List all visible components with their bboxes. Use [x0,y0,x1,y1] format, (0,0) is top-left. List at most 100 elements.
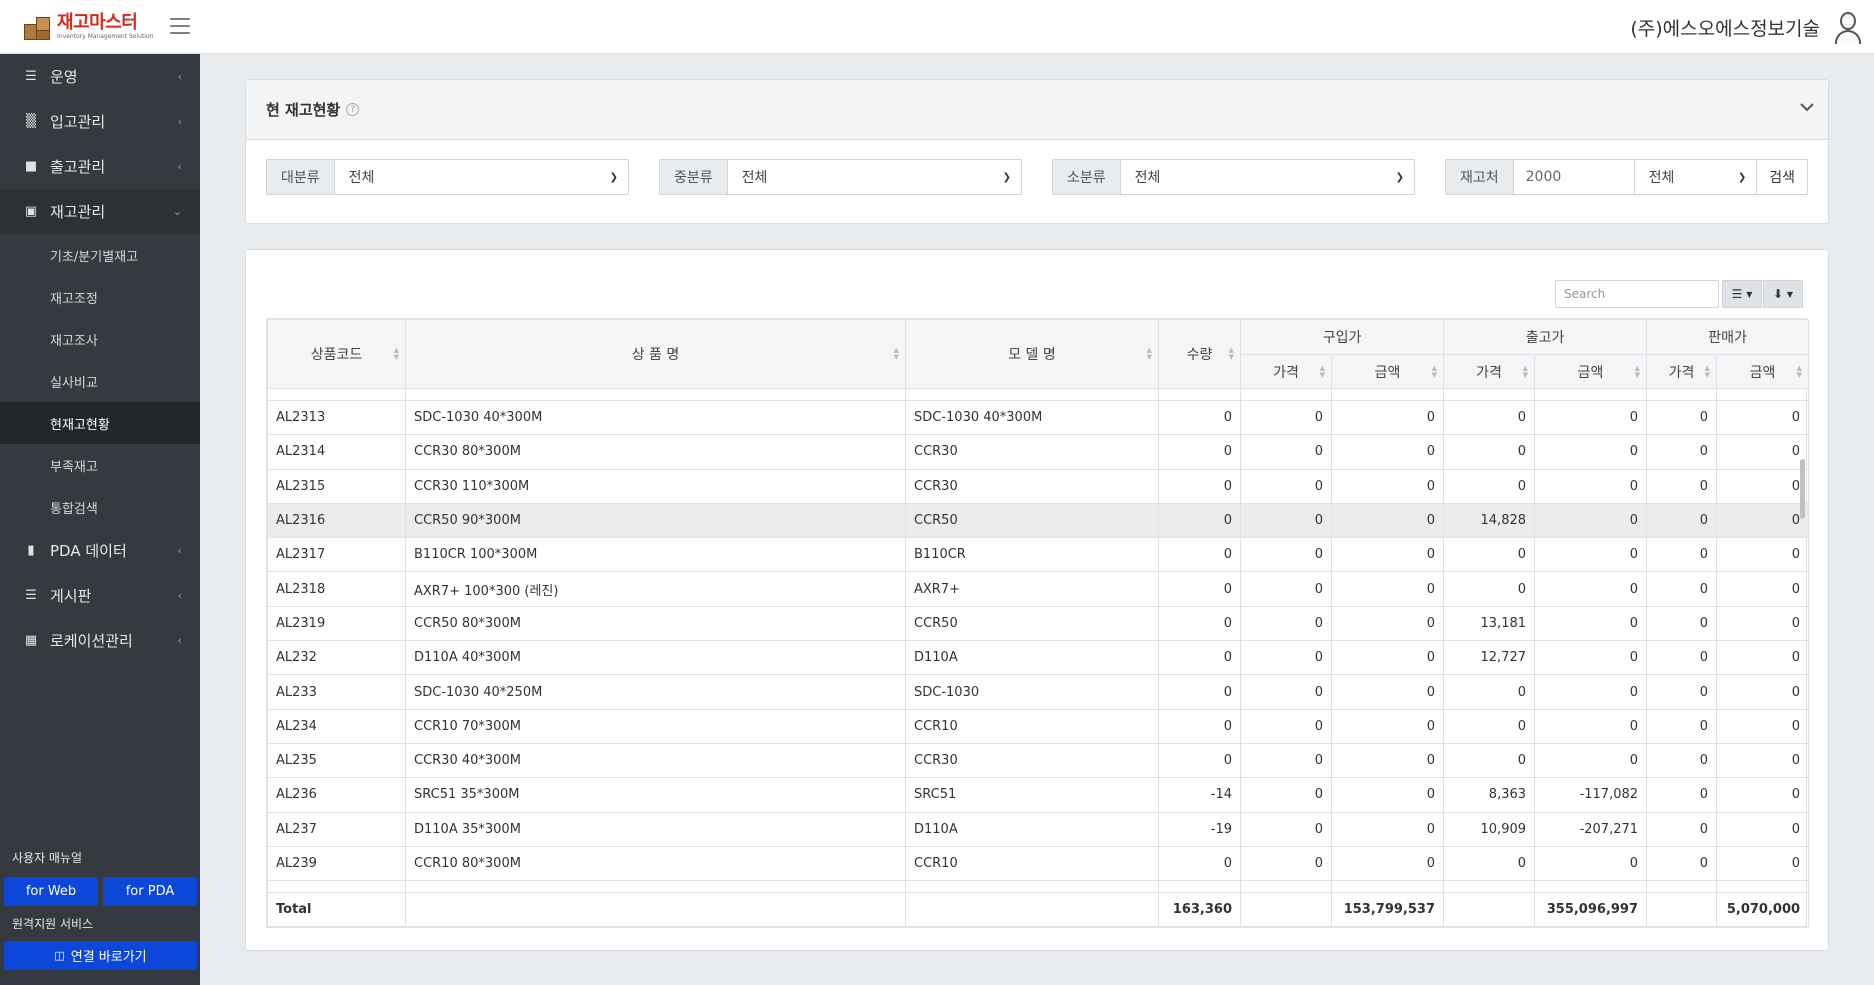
table-row[interactable]: AL235 CCR30 40*300M CCR30 0 0 0 0 0 0 0 [267,742,1810,779]
submenu-item[interactable]: 통합검색 [0,486,200,528]
table-row[interactable]: AL2315 CCR30 110*300M CCR30 0 0 0 0 0 0 0 [267,468,1810,504]
total-model-cell [905,892,1159,928]
col-header-code[interactable]: 상품코드 [267,319,406,389]
cell-purchase-amount: 0 [1330,777,1445,813]
col-header-purchase-amount[interactable]: 금액 [1330,354,1445,389]
minor-category-select[interactable]: 전체 ❯ [1121,160,1414,194]
col-group-sale: 판매가 [1646,319,1810,355]
submenu-item[interactable]: 재고조정 [0,276,200,318]
cell-outgoing-amount: 0 [1534,640,1648,676]
table-search-input[interactable]: Search [1555,280,1719,308]
total-outgoing-amount: 355,096,997 [1534,892,1648,928]
inventory-table-card: Search ☰ ▼ ⬇ ▼ 상품코드 상 품 명 모 델 명 수량 구입가 출… [245,249,1829,951]
table-row[interactable]: AL239 CCR10 80*300M CCR10 0 0 0 0 0 0 0 [267,845,1810,882]
remote-connect-button[interactable]: ◫ 연결 바로가기 [4,941,197,970]
chevron-down-icon: ❯ [1002,171,1011,183]
table-row[interactable]: AL2318 AXR7+ 100*300 (레진) AXR7+ 0 0 0 0 0 0 0 [267,571,1810,607]
submenu-item[interactable]: 실사비교 [0,360,200,402]
cell-outgoing-amount: -117,082 [1534,777,1648,813]
submenu-item[interactable]: 기초/분기별재고 [0,234,200,276]
cell-sale-price: 0 [1646,502,1718,539]
bars-icon: ☰ [25,588,37,603]
table-row[interactable]: AL2317 B110CR 100*300M B110CR 0 0 0 0 0 0 0 [267,537,1810,573]
manual-web-button[interactable]: for Web [4,877,98,906]
download-icon: ⬇ [1772,287,1784,301]
column-toggle-button[interactable]: ☰ ▼ [1722,280,1762,308]
cell-name: B110CR 100*300M [405,537,906,573]
caret-down-icon: ▼ [1746,289,1753,299]
cell-qty: 0 [1158,537,1241,573]
sidebar-item-location[interactable]: ▦ 로케이션관리 ‹ [0,618,200,663]
cell-name: D110A 35*300M [405,811,906,847]
cell-code: AL236 [267,777,406,813]
col-header-purchase-price[interactable]: 가격 [1240,354,1332,389]
submenu-item[interactable]: 재고조사 [0,318,200,360]
cell-purchase-price: 0 [1240,399,1332,436]
stock-location-input[interactable]: 2000 [1514,160,1635,194]
cell-sale-amount: 0 [1716,777,1810,813]
table-row[interactable]: AL232 D110A 40*300M D110A 0 0 0 12,727 0 0 0 [267,640,1810,676]
select-value: 전체 [1134,170,1161,186]
table-row[interactable]: AL2319 CCR50 80*300M CCR50 0 0 0 13,181 0 0 0 [267,605,1810,642]
cell-sale-price: 0 [1646,537,1718,573]
collapse-chevron-icon[interactable] [1800,102,1814,114]
cell-model: SDC-1030 [905,674,1159,710]
table-row[interactable]: AL233 SDC-1030 40*250M SDC-1030 0 0 0 0 0 0 0 [267,674,1810,710]
sidebar-item-pda[interactable]: ▮ PDA 데이터 ‹ [0,528,200,573]
col-header-model[interactable]: 모 델 명 [905,319,1159,389]
cell-name: SRC51 35*300M [405,777,906,813]
cell-sale-price: 0 [1646,468,1718,504]
export-button[interactable]: ⬇ ▼ [1763,280,1803,308]
user-avatar-icon[interactable] [1832,10,1864,44]
table-row[interactable]: AL236 SRC51 35*300M SRC51 -14 0 0 8,363 -117,08… [267,777,1810,813]
stock-location-select[interactable]: 전체 ❯ [1635,160,1757,194]
table-row[interactable]: AL2313 SDC-1030 40*300M SDC-1030 40*300M 0 0… [267,399,1810,436]
cell-outgoing-amount: 0 [1534,845,1648,882]
cell-name: CCR30 80*300M [405,434,906,470]
cell-outgoing-amount: 0 [1534,605,1648,642]
sidebar-item-operations[interactable]: ☰ 운영 ‹ [0,54,200,99]
major-category-select[interactable]: 전체 ❯ [335,160,628,194]
table-row[interactable]: AL237 D110A 35*300M D110A -19 0 0 10,909 -207,2… [267,811,1810,847]
sidebar-item-board[interactable]: ☰ 게시판 ‹ [0,573,200,618]
table-scrollbar[interactable] [1800,459,1805,519]
col-header-sale-price[interactable]: 가격 [1646,354,1718,389]
table-row[interactable]: AL234 CCR10 70*300M CCR10 0 0 0 0 0 0 0 [267,708,1810,744]
cell-sale-price: 0 [1646,399,1718,436]
submenu-item[interactable]: 부족재고 [0,444,200,486]
cell-name: CCR50 80*300M [405,605,906,642]
sidebar-item-inbound[interactable]: ▒ 입고관리 ‹ [0,99,200,144]
manual-pda-button[interactable]: for PDA [103,877,197,906]
cell-qty: -14 [1158,777,1241,813]
cell-outgoing-price: 14,828 [1443,502,1536,539]
chevron-left-icon: ‹ [177,634,182,647]
table-row[interactable]: AL2314 CCR30 80*300M CCR30 0 0 0 0 0 0 0 [267,434,1810,470]
help-icon[interactable]: ? [346,103,360,116]
hamburger-menu-icon[interactable] [170,18,190,34]
mid-category-select[interactable]: 전체 ❯ [728,160,1021,194]
cell-qty: 0 [1158,399,1241,436]
col-header-outgoing-amount[interactable]: 금액 [1534,354,1648,389]
select-value: 전체 [348,170,375,186]
col-header-qty[interactable]: 수량 [1158,319,1241,389]
col-header-outgoing-price[interactable]: 가격 [1443,354,1536,389]
app-logo[interactable]: 재고마스터 Inventory Management Solution [22,10,153,44]
cell-outgoing-amount: 0 [1534,468,1648,504]
submenu-item-active[interactable]: 현재고현황 [0,402,200,444]
search-button[interactable]: 검색 [1756,160,1807,194]
cell-qty: 0 [1158,605,1241,642]
col-header-name[interactable]: 상 품 명 [405,319,906,389]
cell-model: CCR30 [905,468,1159,504]
caret-down-icon: ▼ [1786,289,1794,299]
table-row[interactable]: AL2316 CCR50 90*300M CCR50 0 0 0 14,828 0 0 0 [267,502,1810,539]
col-header-sale-amount[interactable]: 금액 [1716,354,1810,389]
sidebar-item-outbound[interactable]: ■ 출고관리 ‹ [0,144,200,189]
sidebar-item-inventory[interactable]: ▣ 재고관리 ⌄ [0,189,200,234]
chevron-down-icon: ❯ [1395,171,1404,183]
cell-sale-price: 0 [1646,742,1718,779]
cell-code: AL233 [267,674,406,710]
filter-label: 중분류 [660,160,728,194]
sidebar-item-label: 재고관리 [50,203,106,221]
filter-card-header: 현 재고현황 ? [246,80,1828,140]
cell-qty: 0 [1158,571,1241,607]
